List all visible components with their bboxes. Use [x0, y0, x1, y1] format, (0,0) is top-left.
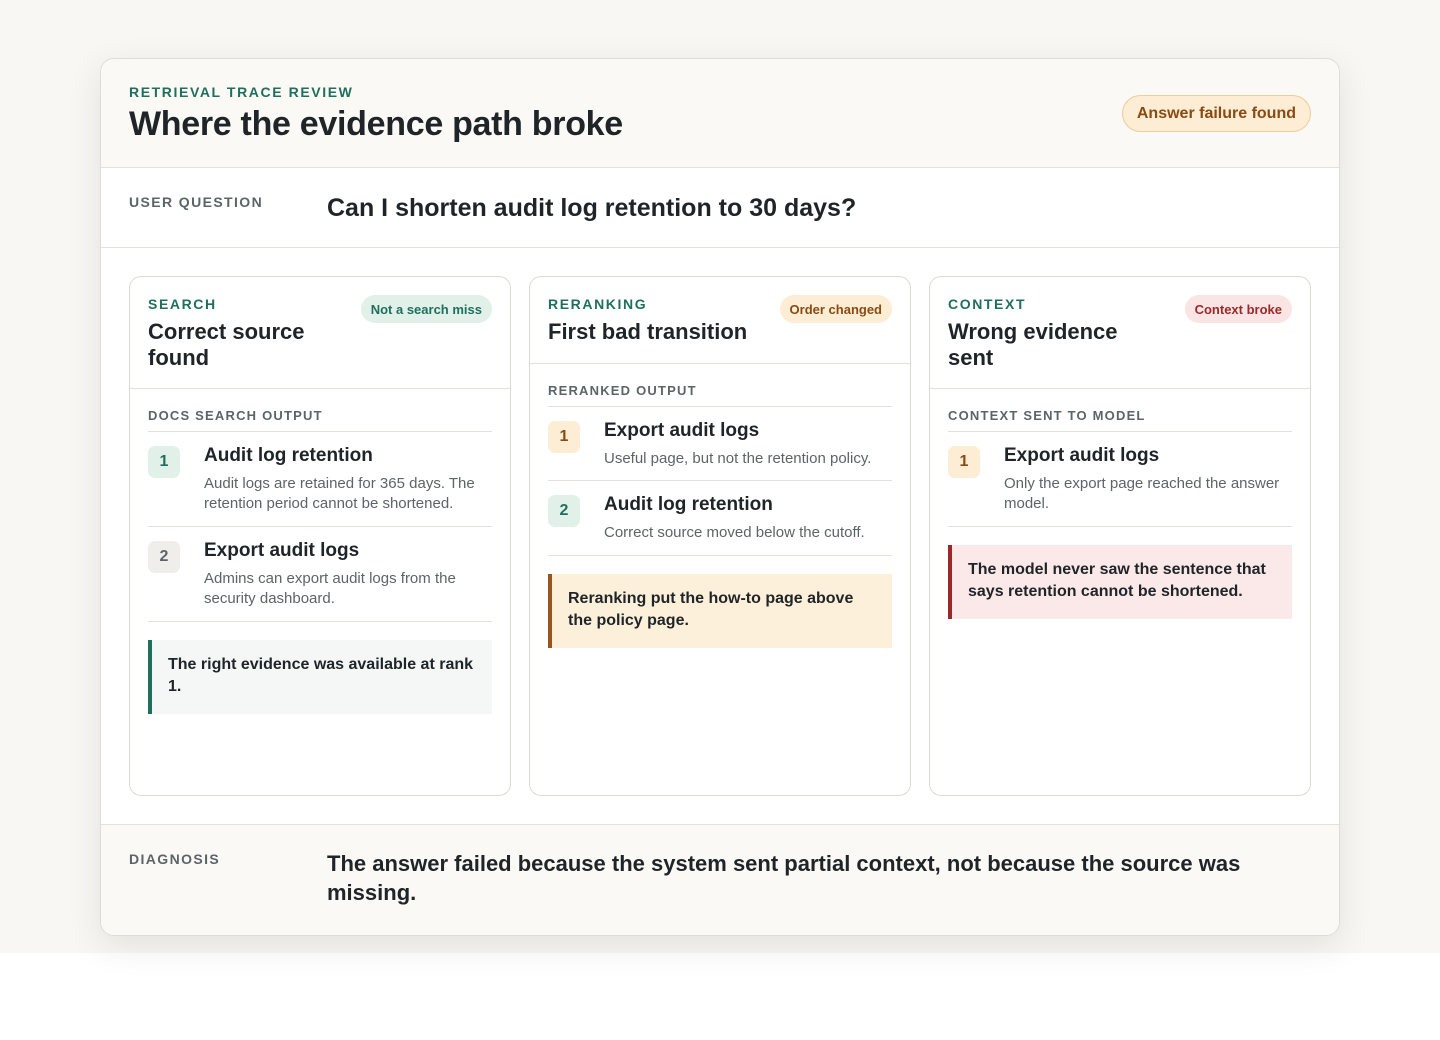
stage-search-title: Correct source found	[148, 319, 305, 370]
rank-badge: 2	[148, 541, 180, 573]
list-item: 1 Export audit logs Only the export page…	[948, 432, 1292, 527]
search-output-label: DOCS SEARCH OUTPUT	[148, 408, 492, 432]
stage-context-badge: Context broke	[1184, 295, 1292, 323]
stage-search-eyebrow: SEARCH	[148, 296, 217, 312]
item-description: Useful page, but not the retention polic…	[604, 450, 872, 467]
user-question-label: USER QUESTION	[129, 194, 264, 210]
rank-badge: 1	[548, 421, 580, 453]
item-description: Only the export page reached the answer …	[1004, 475, 1280, 512]
item-description: Audit logs are retained for 365 days. Th…	[204, 475, 475, 512]
stage-search: SEARCH Correct source found Not a search…	[129, 276, 511, 796]
list-item: 1 Export audit logs Useful page, but not…	[548, 407, 892, 481]
item-title: Audit log retention	[604, 494, 773, 515]
stage-reranking-eyebrow: RERANKING	[548, 296, 648, 312]
item-title: Export audit logs	[604, 420, 760, 441]
search-callout: The right evidence was available at rank…	[148, 640, 492, 714]
stage-reranking: RERANKING First bad transition Order cha…	[529, 276, 911, 796]
stage-context-title: Wrong evidence sent	[948, 319, 1118, 370]
list-item: 2 Export audit logs Admins can export au…	[148, 527, 492, 622]
diagnosis-label: DIAGNOSIS	[129, 851, 221, 867]
stage-search-header: SEARCH Correct source found Not a search…	[130, 277, 510, 389]
item-title: Export audit logs	[1004, 445, 1160, 466]
item-title: Export audit logs	[204, 540, 360, 561]
status-badge: Answer failure found	[1121, 95, 1311, 132]
item-title: Audit log retention	[204, 445, 373, 466]
rank-badge: 1	[148, 446, 180, 478]
page-title: Where the evidence path broke	[129, 105, 623, 143]
list-item: 1 Audit log retention Audit logs are ret…	[148, 432, 492, 527]
stage-reranking-title: First bad transition	[548, 319, 748, 344]
list-item: 2 Audit log retention Correct source mov…	[548, 481, 892, 556]
stage-context-eyebrow: CONTEXT	[948, 296, 1027, 312]
stage-reranking-badge: Order changed	[779, 295, 892, 323]
item-description: Correct source moved below the cutoff.	[604, 524, 865, 541]
context-sent-label: CONTEXT SENT TO MODEL	[948, 408, 1292, 432]
user-question-row: USER QUESTION Can I shorten audit log re…	[101, 168, 1339, 248]
stage-search-badge: Not a search miss	[360, 295, 492, 323]
reranking-callout: Reranking put the how-to page above the …	[548, 574, 892, 648]
stage-reranking-header: RERANKING First bad transition Order cha…	[530, 277, 910, 364]
rank-badge: 2	[548, 495, 580, 527]
stage-context: CONTEXT Wrong evidence sent Context brok…	[929, 276, 1311, 796]
diagnosis-text: The answer failed because the system sen…	[327, 851, 1241, 905]
stage-context-header: CONTEXT Wrong evidence sent Context brok…	[930, 277, 1310, 389]
trace-review-card: RETRIEVAL TRACE REVIEW Where the evidenc…	[100, 58, 1340, 936]
diagnosis-row: DIAGNOSIS The answer failed because the …	[101, 824, 1339, 935]
user-question-text: Can I shorten audit log retention to 30 …	[327, 194, 857, 222]
reranked-output-label: RERANKED OUTPUT	[548, 383, 892, 407]
header-eyebrow: RETRIEVAL TRACE REVIEW	[129, 84, 354, 100]
rank-badge: 1	[948, 446, 980, 478]
card-header: RETRIEVAL TRACE REVIEW Where the evidenc…	[101, 59, 1339, 168]
item-description: Admins can export audit logs from the se…	[204, 570, 456, 607]
context-callout: The model never saw the sentence that sa…	[948, 545, 1292, 619]
